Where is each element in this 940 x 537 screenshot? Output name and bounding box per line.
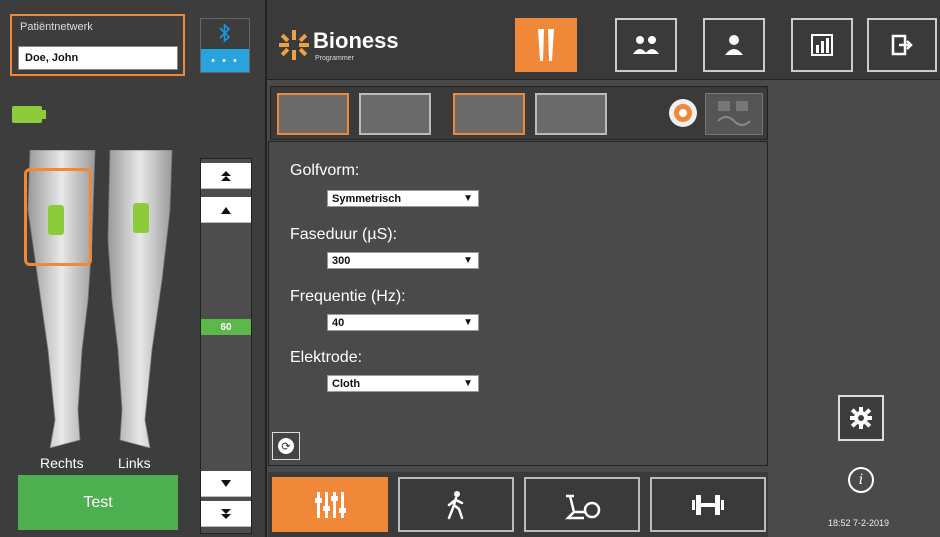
nav-user-button[interactable] <box>703 18 765 72</box>
nav-group-button[interactable] <box>615 18 677 72</box>
waveform-select[interactable]: Symmetrisch ▼ <box>327 190 479 207</box>
program-settings-button[interactable] <box>272 477 388 532</box>
intensity-down-button[interactable] <box>201 471 251 497</box>
battery-tip <box>42 110 46 119</box>
nav-legs-button[interactable] <box>515 18 577 72</box>
leg-label-left: Links <box>118 455 151 471</box>
electrode-value: Cloth <box>332 378 361 390</box>
refresh-icon: ⟳ <box>278 438 294 454</box>
waveform-value: Symmetrisch <box>332 193 402 205</box>
double-up-arrow-icon <box>221 170 231 181</box>
walking-person-icon <box>447 490 464 519</box>
mode-settings-gear-icon[interactable] <box>669 99 697 127</box>
battery-icon <box>12 106 42 123</box>
dropdown-arrow-icon: ▼ <box>463 255 473 266</box>
double-down-arrow-icon <box>221 508 231 519</box>
frequency-label: Frequentie (Hz): <box>290 288 406 305</box>
stimulation-settings-panel: Golfvorm: Symmetrisch ▼ Faseduur (µS): 3… <box>268 141 768 466</box>
dumbbell-icon <box>692 494 724 515</box>
electrode-selection-highlight <box>24 168 92 266</box>
phase-duration-value: 300 <box>332 255 351 267</box>
dropdown-arrow-icon: ▼ <box>463 193 473 204</box>
mode-thumb-quadriceps[interactable] <box>277 93 349 135</box>
mode-strip <box>270 86 768 140</box>
header-bar: Bioness Programmer <box>267 0 940 80</box>
nav-exit-button[interactable] <box>867 18 937 72</box>
left-leg[interactable] <box>107 150 173 449</box>
phase-duration-label: Faseduur (µS): <box>290 226 398 243</box>
group-icon <box>633 36 659 54</box>
electrode-pad-left[interactable] <box>133 203 149 233</box>
intensity-value: 60 <box>201 319 251 335</box>
mode-thumb-back-view[interactable] <box>535 93 607 135</box>
right-panel: i 18:52 7-2-2019 <box>770 81 940 537</box>
program-cycling-button[interactable] <box>524 477 640 532</box>
patient-network-label: Patiëntnetwerk <box>20 21 93 33</box>
bluetooth-status-dots: • • • <box>201 49 249 72</box>
brand-subtitle: Programmer <box>315 55 354 62</box>
dropdown-arrow-icon: ▼ <box>463 378 473 389</box>
program-walk-button[interactable] <box>398 477 514 532</box>
phase-duration-select[interactable]: 300 ▼ <box>327 252 479 269</box>
down-arrow-icon <box>221 479 231 487</box>
waveform-label: Golfvorm: <box>290 162 360 179</box>
exit-icon <box>891 34 913 56</box>
frequency-value: 40 <box>332 317 345 329</box>
reset-settings-button[interactable]: ⟳ <box>272 432 300 460</box>
intensity-up-button[interactable] <box>201 197 251 223</box>
intensity-slider[interactable]: 60 <box>200 158 252 534</box>
legs-icon <box>538 29 554 61</box>
mode-thumb-front-view[interactable] <box>453 93 525 135</box>
bioness-logo-icon <box>277 28 311 62</box>
brand-name: Bioness <box>313 28 399 53</box>
report-chart-icon <box>811 34 833 56</box>
nav-report-button[interactable] <box>791 18 853 72</box>
frequency-select[interactable]: 40 ▼ <box>327 314 479 331</box>
bluetooth-button[interactable]: • • • <box>200 18 250 73</box>
program-bar <box>268 472 768 537</box>
test-button[interactable]: Test <box>18 475 178 530</box>
info-icon: i <box>858 472 864 488</box>
user-icon <box>725 35 743 55</box>
intensity-up-fast-button[interactable] <box>201 163 251 189</box>
system-settings-button[interactable] <box>838 395 884 441</box>
clock-datetime: 18:52 7-2-2019 <box>828 518 890 528</box>
program-strength-button[interactable] <box>650 477 766 532</box>
dropdown-arrow-icon: ▼ <box>463 317 473 328</box>
leg-label-right: Rechts <box>40 455 84 471</box>
mixer-sliders-icon <box>315 491 346 518</box>
up-arrow-icon <box>221 206 231 214</box>
electrode-select[interactable]: Cloth ▼ <box>327 375 479 392</box>
waveform-icon[interactable] <box>705 93 763 135</box>
intensity-down-fast-button[interactable] <box>201 501 251 527</box>
exercise-bike-icon <box>564 494 601 519</box>
electrode-label: Elektrode: <box>290 349 363 366</box>
mode-thumb-hamstring[interactable] <box>359 93 431 135</box>
gear-icon <box>850 407 872 429</box>
patient-network-box[interactable]: Patiëntnetwerk Doe, John <box>10 14 185 76</box>
patient-name-field[interactable]: Doe, John <box>18 46 178 70</box>
info-button[interactable]: i <box>848 467 874 493</box>
bluetooth-icon <box>201 19 249 47</box>
